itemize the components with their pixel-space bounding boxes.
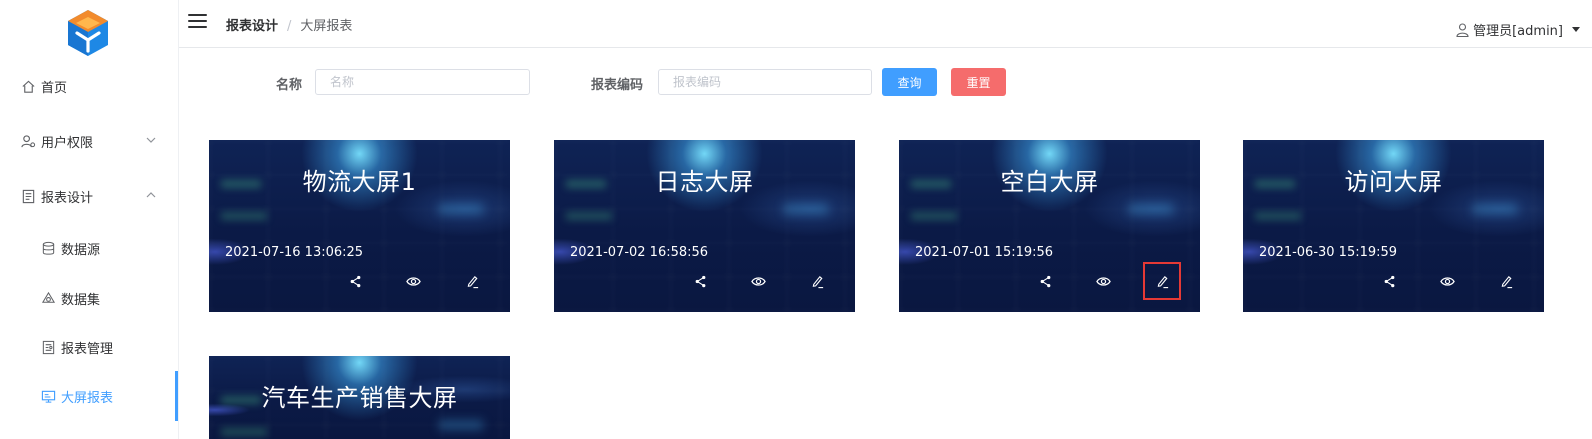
card-title: 访问大屏 xyxy=(1344,168,1443,196)
card-timestamp: 2021-06-30 15:19:59 xyxy=(1259,245,1398,260)
report-manage-icon xyxy=(40,339,56,355)
card-title: 空白大屏 xyxy=(1000,168,1099,196)
name-input[interactable] xyxy=(315,69,530,95)
user-name: 管理员[admin] xyxy=(1473,24,1563,39)
edit-icon[interactable] xyxy=(1498,273,1514,289)
sidebar-item-label: 用户权限 xyxy=(41,135,94,151)
sidebar-item-datasource[interactable]: 数据源 xyxy=(40,228,218,268)
breadcrumb-item-report-design[interactable]: 报表设计 xyxy=(226,19,278,34)
monitor-icon xyxy=(40,388,56,404)
user-permission-icon xyxy=(20,133,36,149)
breadcrumb-separator: / xyxy=(287,19,292,34)
sidebar: 首页 用户权限 报表设计 数据源 数据集 报表管理 大屏报表 xyxy=(0,0,179,439)
sidebar-item-user-permission[interactable]: 用户权限 xyxy=(20,121,178,161)
card-timestamp: 2021-07-01 15:19:56 xyxy=(915,245,1054,260)
share-icon[interactable] xyxy=(692,273,708,289)
sidebar-item-label: 大屏报表 xyxy=(61,390,114,406)
database-icon xyxy=(40,240,56,256)
share-icon[interactable] xyxy=(347,273,363,289)
report-card[interactable]: 物流大屏1 2021-07-16 13:06:25 xyxy=(209,140,510,312)
sidebar-item-report-design[interactable]: 报表设计 xyxy=(20,176,178,216)
code-input[interactable] xyxy=(658,69,872,95)
edit-icon[interactable] xyxy=(464,273,480,289)
code-label: 报表编码 xyxy=(591,78,644,93)
sidebar-item-report-manage[interactable]: 报表管理 xyxy=(40,327,218,367)
report-card[interactable]: 汽车生产销售大屏 xyxy=(209,356,510,439)
reset-button[interactable]: 重置 xyxy=(951,68,1006,96)
query-button[interactable]: 查询 xyxy=(882,68,937,96)
view-icon[interactable] xyxy=(750,273,766,289)
sidebar-item-label: 数据源 xyxy=(61,242,101,258)
dataset-icon xyxy=(40,290,56,306)
sidebar-item-big-screen-report[interactable]: 大屏报表 xyxy=(40,376,218,416)
sidebar-item-label: 数据集 xyxy=(61,292,101,308)
user-menu[interactable]: 管理员[admin] xyxy=(1456,20,1580,39)
sidebar-item-label: 报表管理 xyxy=(61,341,114,357)
name-label: 名称 xyxy=(276,78,303,93)
report-card[interactable]: 访问大屏 2021-06-30 15:19:59 xyxy=(1243,140,1544,312)
top-header: 报表设计 / 大屏报表 管理员[admin] xyxy=(179,0,1592,48)
report-card[interactable]: 日志大屏 2021-07-02 16:58:56 xyxy=(554,140,855,312)
card-title: 汽车生产销售大屏 xyxy=(261,384,458,412)
card-timestamp: 2021-07-02 16:58:56 xyxy=(570,245,709,260)
breadcrumb: 报表设计 / 大屏报表 xyxy=(226,15,352,34)
sidebar-item-label: 首页 xyxy=(41,80,68,96)
card-timestamp: 2021-07-16 13:06:25 xyxy=(225,245,364,260)
chevron-up-icon xyxy=(146,189,156,199)
report-design-icon xyxy=(20,188,36,204)
share-icon[interactable] xyxy=(1037,273,1053,289)
app-logo[interactable] xyxy=(66,9,110,57)
report-card[interactable]: 空白大屏 2021-07-01 15:19:56 xyxy=(899,140,1200,312)
share-icon[interactable] xyxy=(1381,273,1397,289)
card-title: 物流大屏1 xyxy=(302,168,417,196)
view-icon[interactable] xyxy=(405,273,421,289)
hamburger-menu-icon[interactable] xyxy=(188,14,207,30)
sidebar-item-label: 报表设计 xyxy=(41,190,94,206)
card-title: 日志大屏 xyxy=(655,168,754,196)
user-icon xyxy=(1456,22,1469,37)
breadcrumb-item-current: 大屏报表 xyxy=(300,19,353,34)
sidebar-item-dataset[interactable]: 数据集 xyxy=(40,278,218,318)
home-icon xyxy=(20,78,36,94)
sidebar-item-home[interactable]: 首页 xyxy=(20,66,198,106)
view-icon[interactable] xyxy=(1439,273,1455,289)
chevron-down-icon xyxy=(146,134,156,144)
view-icon[interactable] xyxy=(1095,273,1111,289)
active-indicator xyxy=(175,371,178,421)
caret-down-icon xyxy=(1572,27,1580,32)
edit-icon[interactable] xyxy=(809,273,825,289)
edit-icon[interactable] xyxy=(1143,262,1181,300)
